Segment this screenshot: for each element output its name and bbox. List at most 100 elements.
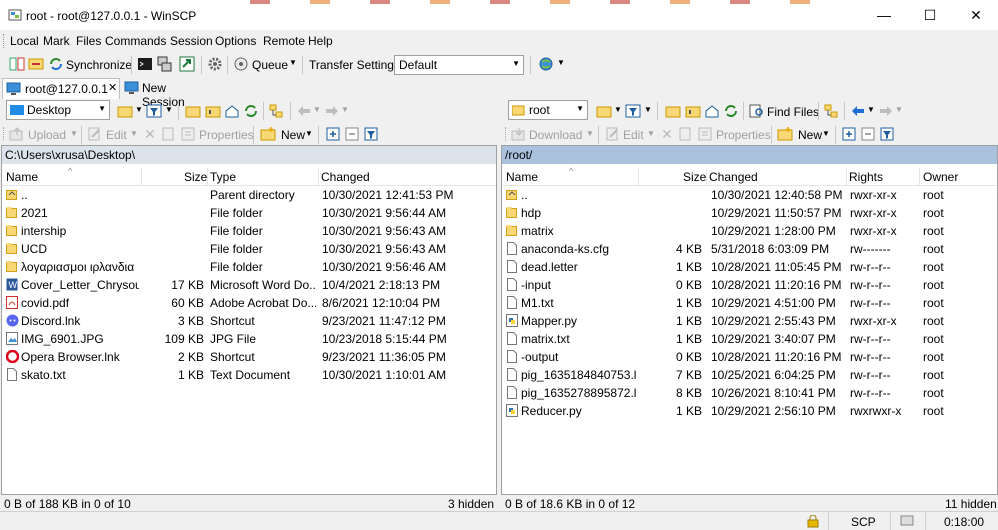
download-button[interactable]: Download: [529, 128, 582, 142]
file-row[interactable]: pig_1635278895872.l... 8 KB 10/26/2021 8:1…: [502, 384, 997, 402]
delete-icon[interactable]: ✕: [141, 125, 159, 143]
file-row[interactable]: hdp 10/29/2021 11:50:57 PM rwxr-xr-x root: [502, 204, 997, 222]
tab-session[interactable]: root@127.0.0.1 ✕: [2, 78, 120, 99]
column-changed[interactable]: Changed: [709, 170, 758, 184]
parent-directory-icon[interactable]: [184, 102, 202, 120]
left-location-select[interactable]: Desktop ▼: [6, 100, 110, 120]
file-row[interactable]: anaconda-ks.cfg 4 KB 5/31/2018 6:03:09 PM r…: [502, 240, 997, 258]
file-row[interactable]: Discord.lnk 3 KB Shortcut 9/23/2021 11:47:1…: [2, 312, 496, 330]
file-row[interactable]: .. Parent directory 10/30/2021 12:41:53 PM: [2, 186, 496, 204]
remote-hidden-count[interactable]: 11 hidden: [945, 497, 997, 511]
menu-help[interactable]: Help: [308, 34, 333, 48]
file-row[interactable]: M1.txt 1 KB 10/29/2021 4:51:00 PM rw-r--r--…: [502, 294, 997, 312]
unselect-minus-icon[interactable]: [343, 125, 361, 143]
find-files-icon[interactable]: [748, 102, 766, 120]
file-row[interactable]: -output 0 KB 10/28/2021 11:20:16 PM rw-r--r…: [502, 348, 997, 366]
properties-button[interactable]: Properties: [199, 128, 254, 142]
select-all-plus-icon[interactable]: [324, 125, 342, 143]
synchronize-icon[interactable]: [47, 55, 65, 73]
new-folder-icon[interactable]: [259, 125, 277, 143]
home-icon[interactable]: [223, 102, 241, 120]
synchronize-button[interactable]: Synchronize: [66, 58, 132, 72]
filter-icon[interactable]: [145, 102, 163, 120]
properties-icon[interactable]: [697, 125, 715, 143]
back-arrow-icon[interactable]: [295, 102, 313, 120]
edit-icon[interactable]: [604, 125, 622, 143]
download-icon[interactable]: [510, 125, 528, 143]
file-row[interactable]: dead.letter 1 KB 10/28/2021 11:05:45 PM rw-…: [502, 258, 997, 276]
delete-icon[interactable]: ✕: [658, 125, 676, 143]
globe-sites-icon[interactable]: [537, 55, 555, 73]
back-arrow-icon[interactable]: [849, 102, 867, 120]
chevron-down-icon[interactable]: ▼: [644, 105, 652, 114]
close-tab-icon[interactable]: ✕: [108, 81, 117, 94]
queue-dropdown-arrow-icon[interactable]: ▼: [289, 58, 297, 67]
column-size[interactable]: Size: [184, 170, 207, 184]
local-file-pane[interactable]: C:\Users\xrusa\Desktop\ Name ^ Size Type…: [1, 145, 497, 495]
putty-icon[interactable]: [155, 55, 173, 73]
rename-icon[interactable]: [160, 125, 178, 143]
open-in-putty-icon[interactable]: [178, 55, 196, 73]
file-row[interactable]: matrix 10/29/2021 1:28:00 PM rwxr-xr-x root: [502, 222, 997, 240]
file-row[interactable]: Reducer.py 1 KB 10/29/2021 2:56:10 PM rwxrw…: [502, 402, 997, 420]
filter-select-icon[interactable]: [362, 125, 380, 143]
chevron-down-icon[interactable]: ▼: [867, 105, 875, 114]
refresh-icon[interactable]: [242, 102, 260, 120]
compare-directories-icon[interactable]: [8, 55, 26, 73]
close-button[interactable]: ✕: [953, 0, 998, 30]
file-row[interactable]: Mapper.py 1 KB 10/29/2021 2:55:43 PM rwxr-x…: [502, 312, 997, 330]
file-row[interactable]: skato.txt 1 KB Text Document 10/30/2021 1:1…: [2, 366, 496, 384]
column-size[interactable]: Size: [683, 170, 706, 184]
right-location-select[interactable]: root ▼: [508, 100, 588, 120]
new-folder-icon[interactable]: [776, 125, 794, 143]
open-folder-icon[interactable]: [595, 102, 613, 120]
new-button[interactable]: New: [281, 128, 305, 142]
menu-session[interactable]: Session: [170, 34, 213, 48]
menu-remote[interactable]: Remote: [263, 34, 305, 48]
parent-directory-icon[interactable]: [664, 102, 682, 120]
file-row[interactable]: WCover_Letter_Chrysoul... 17 KB Microsoft …: [2, 276, 496, 294]
chevron-down-icon[interactable]: ▼: [70, 129, 78, 138]
forward-arrow-icon[interactable]: [877, 102, 895, 120]
column-type[interactable]: Type: [210, 170, 236, 184]
preferences-gear-icon[interactable]: [206, 55, 224, 73]
chevron-down-icon[interactable]: ▼: [586, 129, 594, 138]
file-row[interactable]: λογαριασμοι ιρλανδια File folder 10/30/202…: [2, 258, 496, 276]
root-directory-icon[interactable]: [204, 102, 222, 120]
column-name[interactable]: Name: [506, 170, 538, 184]
queue-button[interactable]: Queue: [252, 58, 288, 72]
chevron-down-icon[interactable]: ▼: [647, 129, 655, 138]
file-row[interactable]: -input 0 KB 10/28/2021 11:20:16 PM rw-r--r-…: [502, 276, 997, 294]
chevron-down-icon[interactable]: ▼: [557, 58, 565, 67]
chevron-down-icon[interactable]: ▼: [130, 129, 138, 138]
rename-icon[interactable]: [677, 125, 695, 143]
chevron-down-icon[interactable]: ▼: [135, 105, 143, 114]
find-files-button[interactable]: Find Files: [767, 105, 819, 119]
root-directory-icon[interactable]: [684, 102, 702, 120]
filter-icon[interactable]: [624, 102, 642, 120]
file-row[interactable]: Opera Browser.lnk 2 KB Shortcut 9/23/2021 1…: [2, 348, 496, 366]
home-icon[interactable]: [703, 102, 721, 120]
file-row[interactable]: covid.pdf 60 KB Adobe Acrobat Do... 8/6/202…: [2, 294, 496, 312]
properties-button[interactable]: Properties: [716, 128, 771, 142]
filter-select-icon[interactable]: [878, 125, 896, 143]
select-all-plus-icon[interactable]: [840, 125, 858, 143]
file-row[interactable]: IMG_6901.JPG 109 KB JPG File 10/23/2018 5:1…: [2, 330, 496, 348]
minimize-button[interactable]: —: [861, 0, 907, 30]
refresh-icon[interactable]: [722, 102, 740, 120]
column-rights[interactable]: Rights: [849, 170, 883, 184]
menu-local[interactable]: Local: [10, 34, 39, 48]
file-row[interactable]: 2021 File folder 10/30/2021 9:56:44 AM: [2, 204, 496, 222]
chevron-down-icon[interactable]: ▼: [305, 129, 313, 138]
menu-files[interactable]: Files: [76, 34, 101, 48]
local-hidden-count[interactable]: 3 hidden: [448, 497, 494, 511]
chevron-down-icon[interactable]: ▼: [614, 105, 622, 114]
column-owner[interactable]: Owner: [923, 170, 958, 184]
column-changed[interactable]: Changed: [321, 170, 370, 184]
transfer-settings-select[interactable]: Default ▼: [394, 55, 524, 75]
new-button[interactable]: New: [798, 128, 822, 142]
menu-options[interactable]: Options: [215, 34, 256, 48]
upload-button[interactable]: Upload: [28, 128, 66, 142]
edit-button[interactable]: Edit: [106, 128, 127, 142]
console-icon[interactable]: [136, 55, 154, 73]
